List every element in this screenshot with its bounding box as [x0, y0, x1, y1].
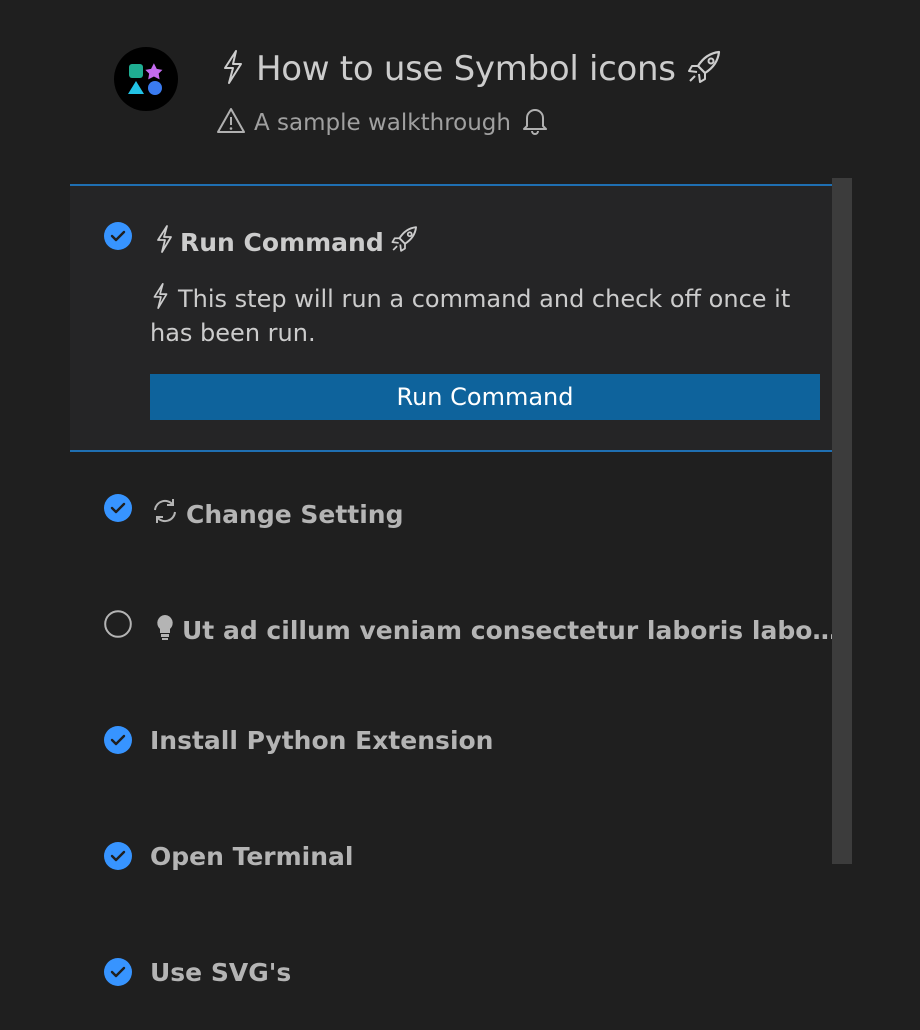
step-title: Use SVG's — [150, 952, 291, 992]
page-subtitle: A sample walkthrough — [216, 106, 549, 140]
step-title-text: Run Command — [180, 227, 384, 257]
step-change-setting[interactable]: Change Setting — [70, 484, 852, 544]
step-title: Install Python Extension — [150, 720, 493, 760]
step-open-terminal[interactable]: Open Terminal — [70, 826, 852, 886]
checked-circle-icon[interactable] — [104, 494, 132, 522]
checked-circle-icon[interactable] — [104, 222, 132, 250]
lightbulb-icon — [154, 612, 176, 648]
step-title-text: Change Setting — [186, 499, 404, 529]
zap-icon — [220, 49, 246, 89]
step-run-command[interactable]: Run Command This step will run a command… — [70, 184, 852, 452]
zap-icon — [150, 282, 170, 318]
step-title-text: Ut ad cillum veniam consectetur laboris … — [182, 615, 846, 645]
zap-icon — [154, 224, 174, 260]
unchecked-circle-icon[interactable] — [104, 610, 132, 638]
step-description-text: This step will run a command and check o… — [150, 285, 791, 347]
step-description: This step will run a command and check o… — [150, 282, 830, 349]
step-use-svgs[interactable]: Use SVG's — [70, 942, 852, 1002]
walkthrough-page: How to use Symbol icons A sample walkthr… — [0, 0, 920, 1030]
step-install-python-extension[interactable]: Install Python Extension — [70, 710, 852, 770]
rocket-icon — [686, 49, 724, 89]
step-title: Ut ad cillum veniam consectetur laboris … — [154, 610, 852, 650]
step-ut-ad-cillum[interactable]: Ut ad cillum veniam consectetur laboris … — [70, 600, 852, 660]
checked-circle-icon[interactable] — [104, 958, 132, 986]
step-title: Open Terminal — [150, 836, 353, 876]
steps-list: Run Command This step will run a command… — [70, 184, 852, 1030]
step-title-text: Open Terminal — [150, 841, 354, 871]
step-title: Run Command — [154, 222, 420, 262]
checked-circle-icon[interactable] — [104, 842, 132, 870]
step-title: Change Setting — [150, 494, 410, 534]
run-command-button[interactable]: Run Command — [150, 374, 820, 420]
scrollbar[interactable] — [832, 178, 852, 864]
title-text: How to use Symbol icons — [256, 49, 676, 89]
checked-circle-icon[interactable] — [104, 726, 132, 754]
step-title-text: Install Python Extension — [150, 725, 494, 755]
sync-icon — [150, 496, 180, 532]
walkthrough-logo-icon — [114, 47, 178, 111]
bell-icon — [521, 106, 549, 140]
page-title: How to use Symbol icons — [220, 44, 724, 94]
warning-icon — [216, 106, 246, 140]
rocket-icon — [390, 224, 420, 260]
subtitle-text: A sample walkthrough — [254, 110, 511, 136]
step-title-text: Use SVG's — [150, 957, 292, 987]
